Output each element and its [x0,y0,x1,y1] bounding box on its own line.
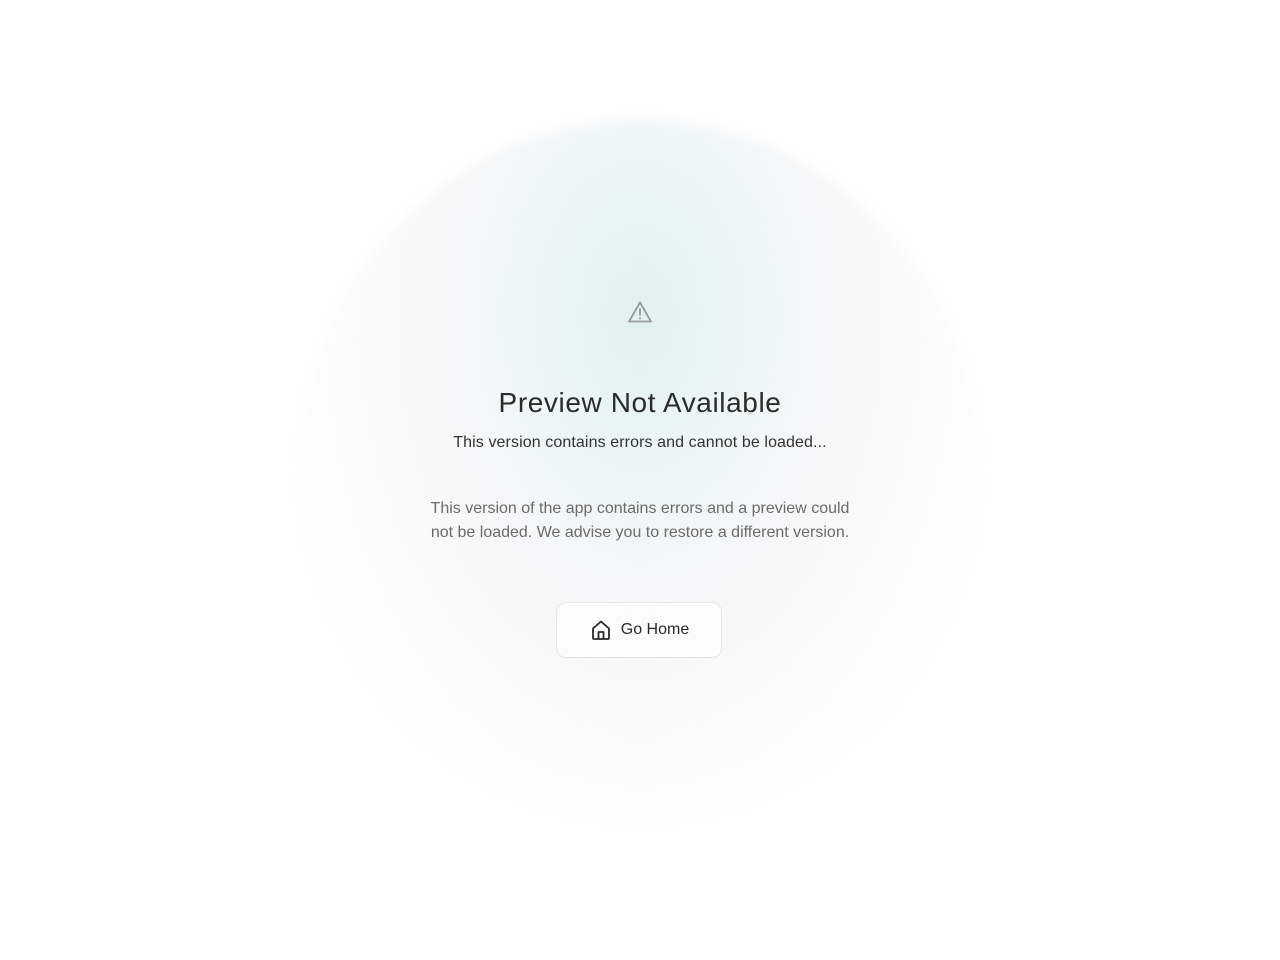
go-home-button[interactable]: Go Home [556,602,722,658]
error-description: This version of the app contains errors … [430,500,850,541]
error-content: Preview Not Available This version conta… [0,0,1280,960]
go-home-label: Go Home [620,621,690,638]
home-icon [589,618,613,642]
error-subtitle: This version contains errors and cannot … [453,434,827,451]
warning-triangle-icon [627,300,653,324]
page-title: Preview Not Available [498,387,782,418]
error-page: Preview Not Available This version conta… [0,0,1280,960]
